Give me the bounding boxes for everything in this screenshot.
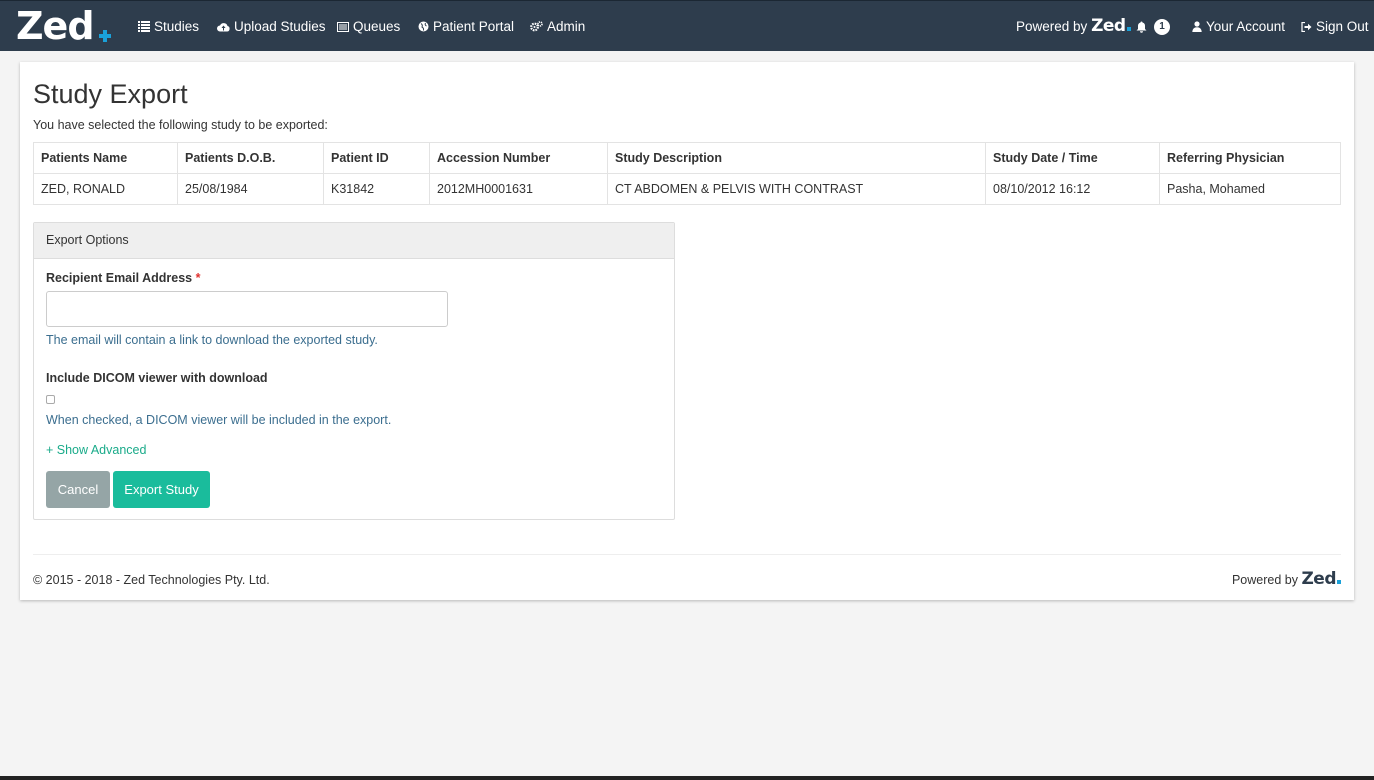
list-icon xyxy=(138,21,150,32)
notification-count-badge: 1 xyxy=(1154,18,1170,35)
page-subtitle: You have selected the following study to… xyxy=(33,118,328,132)
page-title: Study Export xyxy=(33,79,188,109)
nav-studies-label: Studies xyxy=(154,19,200,34)
cell-patients-name: ZED, RONALD xyxy=(33,173,178,205)
footer-brand-dot-icon xyxy=(1337,580,1341,584)
col-patient-id: Patient ID xyxy=(323,142,430,174)
sign-out-label: Sign Out xyxy=(1316,19,1369,34)
cloud-upload-icon xyxy=(217,22,230,32)
nav-admin-label: Admin xyxy=(547,19,586,34)
logo-plus-icon xyxy=(99,30,111,42)
dicom-viewer-label: Include DICOM viewer with download xyxy=(46,371,268,385)
zed-logo[interactable]: Zed xyxy=(16,4,111,48)
study-table: Patients Name Patients D.O.B. Patient ID… xyxy=(33,142,1341,205)
your-account-label: Your Account xyxy=(1206,19,1286,34)
queue-list-icon xyxy=(337,21,349,32)
col-referring-physician: Referring Physician xyxy=(1159,142,1341,174)
col-patients-name: Patients Name xyxy=(33,142,178,174)
footer-powered-by: Powered by Zed xyxy=(1232,569,1341,589)
top-navbar: Zed Studies Upload Studies Queues Patien… xyxy=(0,0,1374,51)
recipient-email-label-text: Recipient Email Address xyxy=(46,271,193,285)
recipient-email-label: Recipient Email Address * xyxy=(46,271,200,285)
globe-icon xyxy=(418,21,429,32)
logo-text: Zed xyxy=(16,4,95,48)
cell-patients-dob: 25/08/1984 xyxy=(177,173,324,205)
powered-by-text: Powered by xyxy=(1016,19,1088,34)
footer-zed-text: Zed xyxy=(1301,569,1336,589)
dicom-viewer-checkbox[interactable] xyxy=(46,395,55,404)
cell-patient-id: K31842 xyxy=(323,173,430,205)
notifications-button[interactable]: 1 xyxy=(1136,1,1170,52)
export-options-heading: Export Options xyxy=(34,223,674,259)
table-header-row: Patients Name Patients D.O.B. Patient ID… xyxy=(33,142,1341,174)
nav-patient-portal[interactable]: Patient Portal xyxy=(418,1,514,52)
cell-accession-number: 2012MH0001631 xyxy=(429,173,608,205)
col-patients-dob: Patients D.O.B. xyxy=(177,142,324,174)
nav-queues[interactable]: Queues xyxy=(337,1,400,52)
nav-studies[interactable]: Studies xyxy=(138,1,199,52)
dicom-help-text: When checked, a DICOM viewer will be inc… xyxy=(46,413,392,427)
table-row: ZED, RONALD 25/08/1984 K31842 2012MH0001… xyxy=(33,173,1341,205)
powered-by-zed: Powered by Zed xyxy=(1016,1,1131,52)
required-marker: * xyxy=(195,271,201,285)
nav-patient-portal-label: Patient Portal xyxy=(433,19,515,34)
cell-study-date-time: 08/10/2012 16:12 xyxy=(985,173,1160,205)
export-study-button[interactable]: Export Study xyxy=(113,471,210,508)
bell-icon xyxy=(1136,21,1147,33)
show-advanced-link[interactable]: + Show Advanced xyxy=(46,443,146,457)
user-icon xyxy=(1192,21,1202,32)
cancel-button[interactable]: Cancel xyxy=(46,471,110,508)
recipient-email-input[interactable] xyxy=(46,291,448,327)
export-options-panel: Export Options Recipient Email Address *… xyxy=(33,222,675,520)
col-study-date-time: Study Date / Time xyxy=(985,142,1160,174)
zed-brand-text: Zed xyxy=(1091,16,1126,36)
cell-study-description: CT ABDOMEN & PELVIS WITH CONTRAST xyxy=(607,173,986,205)
zed-brand-small: Zed xyxy=(1091,16,1131,36)
window-bottom-edge xyxy=(0,776,1374,780)
your-account-link[interactable]: Your Account xyxy=(1192,1,1285,52)
email-help-text: The email will contain a link to downloa… xyxy=(46,333,378,347)
nav-upload-label: Upload Studies xyxy=(234,19,326,34)
footer-powered-text: Powered by xyxy=(1231,573,1298,587)
cell-referring-physician: Pasha, Mohamed xyxy=(1159,173,1341,205)
nav-queues-label: Queues xyxy=(353,19,401,34)
sign-out-icon xyxy=(1301,21,1312,32)
col-study-description: Study Description xyxy=(607,142,986,174)
brand-dot-icon xyxy=(1126,27,1131,31)
nav-admin[interactable]: Admin xyxy=(530,1,585,52)
footer-copyright: © 2015 - 2018 - Zed Technologies Pty. Lt… xyxy=(33,573,270,587)
main-panel: Study Export You have selected the follo… xyxy=(20,62,1354,600)
footer-divider xyxy=(33,554,1341,555)
nav-upload-studies[interactable]: Upload Studies xyxy=(217,1,326,52)
gears-icon xyxy=(530,21,543,32)
sign-out-link[interactable]: Sign Out xyxy=(1301,1,1369,52)
col-accession-number: Accession Number xyxy=(429,142,608,174)
footer-zed-brand: Zed xyxy=(1301,569,1341,589)
